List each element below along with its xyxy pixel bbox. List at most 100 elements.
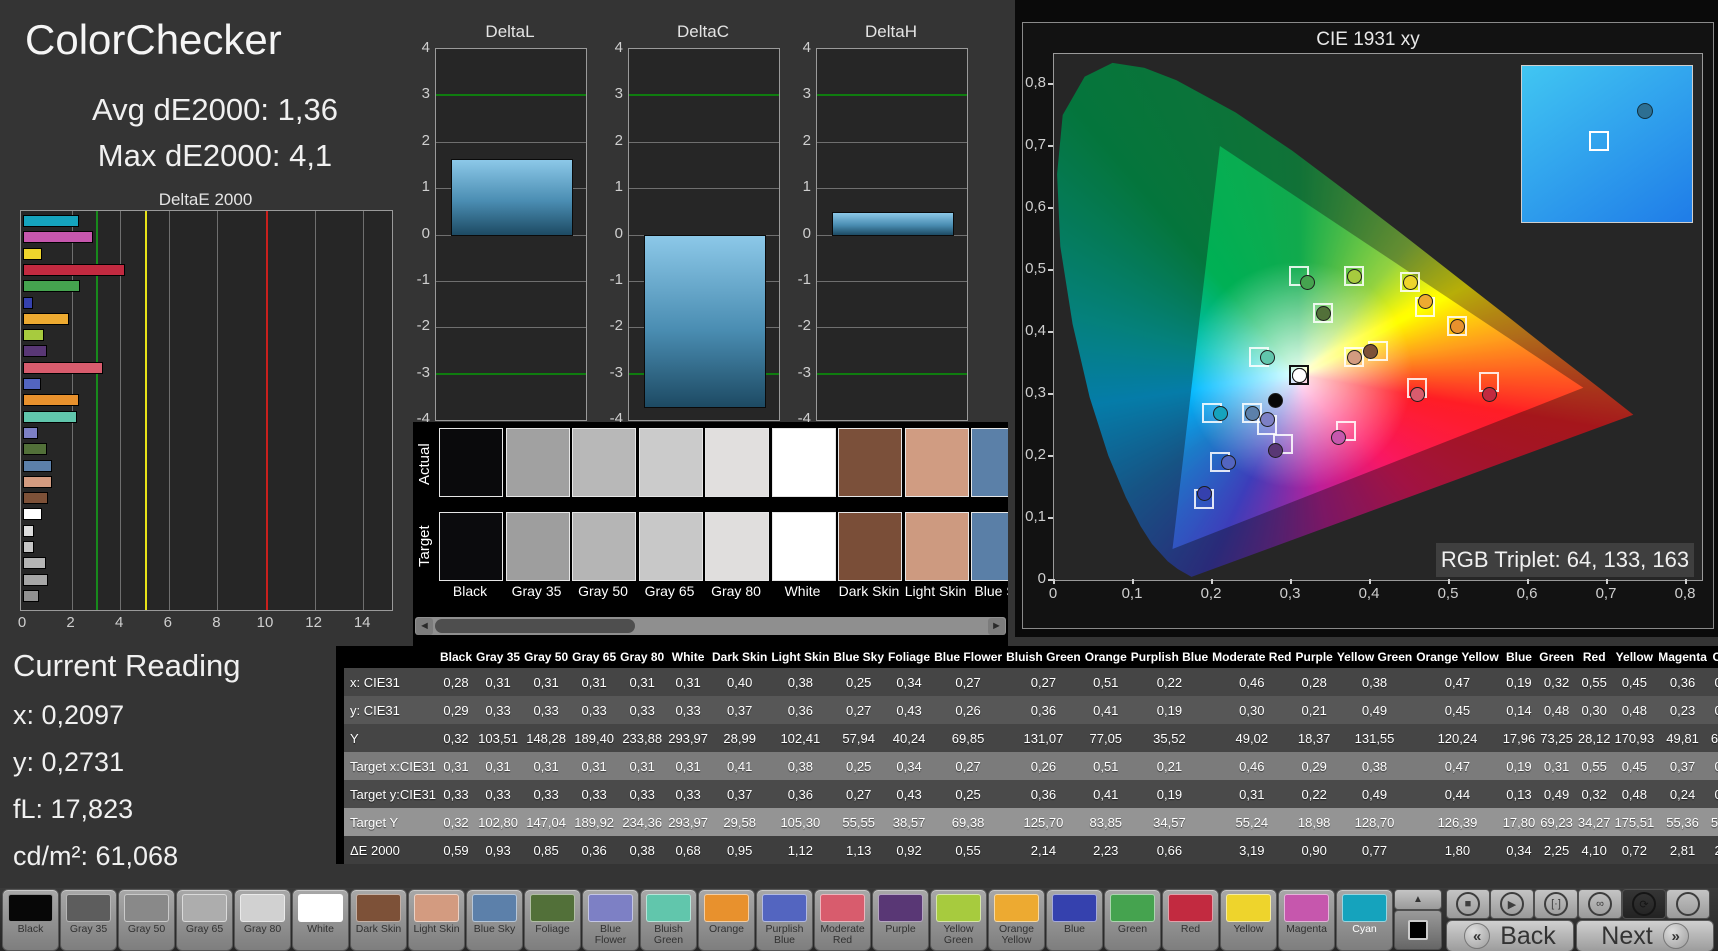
patch-button-label: Light Skin — [413, 923, 460, 935]
gridline — [817, 280, 967, 282]
patch-button-label: Cyan — [1352, 923, 1377, 935]
patch-button-gray-50[interactable]: Gray 50 — [118, 889, 175, 951]
table-cell: 0,48 — [1621, 702, 1647, 718]
back-button[interactable]: « Back — [1446, 920, 1574, 951]
table-cell: 0,14 — [1506, 702, 1532, 718]
table-cell: 293,97 — [668, 814, 708, 830]
deltae-bar — [23, 573, 48, 586]
table-cell: 69,38 — [951, 814, 985, 830]
table-cell: 0,33 — [675, 702, 701, 718]
patch-button-blue-sky[interactable]: Blue Sky — [466, 889, 523, 951]
play-button[interactable]: ▶ — [1490, 889, 1534, 919]
step-button[interactable]: [·] — [1534, 889, 1578, 919]
y-tick-label: 2 — [421, 131, 430, 149]
patch-button-white[interactable]: White — [292, 889, 349, 951]
cie-x-tick-label: 0,8 — [1674, 585, 1696, 602]
cie-x-tick — [1132, 579, 1134, 584]
cie-y-tick-label: 0,7 — [1025, 136, 1046, 153]
table-column-header: Yellow — [1612, 646, 1657, 668]
patch-button-foliage[interactable]: Foliage — [524, 889, 581, 951]
table-cell: 0,32 — [1581, 786, 1607, 802]
inset-measured-point — [1637, 102, 1654, 119]
pattern-window-button[interactable] — [1394, 910, 1442, 950]
patch-button-label: Purple — [885, 923, 916, 935]
cie-x-tick-label: 0,3 — [1279, 585, 1301, 602]
table-cell: 0,28 — [1301, 674, 1327, 690]
deltae-chart — [20, 210, 393, 611]
patch-button-yellow[interactable]: Yellow — [1220, 889, 1277, 951]
patch-button-light-skin[interactable]: Light Skin — [408, 889, 465, 951]
swatch-label: Dark Skin — [838, 583, 900, 599]
page-title: ColorChecker — [25, 16, 282, 64]
table-row: Target y:CIE31 0,33 0,33 0,33 0,33 0,33 0,33 0,… — [344, 780, 1718, 808]
patch-button-orange[interactable]: Orange — [698, 889, 755, 951]
blank-icon — [1676, 892, 1700, 916]
patch-button-blue[interactable]: Blue — [1046, 889, 1103, 951]
table-row-label: Target Y — [350, 814, 399, 830]
table-cell: 0,22 — [1156, 674, 1183, 690]
table-column-header: Foliage — [886, 646, 933, 668]
table-cell: 0,36 — [787, 702, 813, 718]
patch-button-gray-35[interactable]: Gray 35 — [60, 889, 117, 951]
patch-button-yellow-green[interactable]: Yellow Green — [930, 889, 987, 951]
table-cell: 0,77 — [1361, 842, 1388, 858]
table-cell: 0,31 — [581, 758, 607, 774]
scroll-up-button[interactable]: ▲ — [1394, 889, 1442, 910]
patch-button-cyan[interactable]: Cyan — [1336, 889, 1393, 951]
measured-point-red — [1481, 387, 1497, 402]
patch-button-green[interactable]: Green — [1104, 889, 1161, 951]
patch-color-chip — [182, 894, 227, 922]
deltae-bar — [23, 524, 35, 537]
patch-button-label: Moderate Red — [820, 923, 865, 947]
blank-button[interactable] — [1666, 889, 1710, 919]
x-tick-label: 10 — [256, 614, 274, 631]
table-cell: 0,29 — [1301, 758, 1327, 774]
actual-swatch — [638, 428, 703, 497]
patch-button-gray-65[interactable]: Gray 65 — [176, 889, 233, 951]
patch-color-chip — [1052, 894, 1097, 922]
patch-button-dark-skin[interactable]: Dark Skin — [350, 889, 407, 951]
target-swatch — [771, 512, 836, 581]
up-arrow-icon: ▲ — [1413, 894, 1423, 905]
loop-button[interactable]: ∞ — [1578, 889, 1622, 919]
patch-button-purplish-blue[interactable]: Purplish Blue — [756, 889, 813, 951]
patch-color-chip — [588, 894, 633, 922]
patch-button-magenta[interactable]: Magenta — [1278, 889, 1335, 951]
patch-button-bluish-green[interactable]: Bluish Green — [640, 889, 697, 951]
swatch-scrollbar-thumb[interactable] — [435, 619, 635, 633]
stop-button[interactable]: ■ — [1446, 889, 1490, 919]
table-column-header: Gray 35 — [474, 646, 523, 668]
scroll-left-arrow[interactable]: ◄ — [416, 617, 433, 635]
patch-button-blue-flower[interactable]: Blue Flower — [582, 889, 639, 951]
table-cell: 0,27 — [955, 674, 981, 690]
table-cell: 0,66 — [1156, 842, 1183, 858]
patch-color-chip — [1342, 894, 1387, 922]
table-column-header: Blue Sky — [831, 646, 887, 668]
actual-swatch — [771, 428, 836, 497]
table-cell: 0,41 — [1093, 786, 1119, 802]
reading-cdm2: cd/m²: 61,068 — [13, 841, 179, 871]
patch-color-chip — [646, 894, 691, 922]
patch-button-red[interactable]: Red — [1162, 889, 1219, 951]
patch-button-gray-80[interactable]: Gray 80 — [234, 889, 291, 951]
refresh-button[interactable]: ⟳ — [1622, 889, 1666, 919]
patch-button-moderate-red[interactable]: Moderate Red — [814, 889, 871, 951]
scroll-right-arrow[interactable]: ► — [988, 617, 1005, 635]
x-tick-label: 0 — [17, 614, 27, 631]
table-cell: 0,38 — [1361, 758, 1388, 774]
patch-button-black[interactable]: Black — [2, 889, 59, 951]
table-cell: 0,55 — [955, 842, 981, 858]
table-cell: 0,21 — [1709, 668, 1718, 696]
patch-button-purple[interactable]: Purple — [872, 889, 929, 951]
table-cell: 18,37 — [1297, 730, 1331, 746]
table-column-header: Moderate Red — [1210, 646, 1294, 668]
next-button[interactable]: Next » — [1576, 920, 1714, 951]
cie-x-tick-label: 0,2 — [1200, 585, 1222, 602]
patch-button-orange-yellow[interactable]: Orange Yellow — [988, 889, 1045, 951]
table-cell: 0,40 — [727, 674, 753, 690]
deltae-bar — [23, 215, 80, 227]
measured-point-dark-skin — [1363, 343, 1378, 359]
patch-color-chip — [8, 894, 53, 922]
table-row: x: CIE31 0,28 0,31 0,31 0,31 0,31 0,31 0,40 0,38… — [344, 668, 1718, 696]
table-cell: 0,32 — [1543, 674, 1570, 690]
